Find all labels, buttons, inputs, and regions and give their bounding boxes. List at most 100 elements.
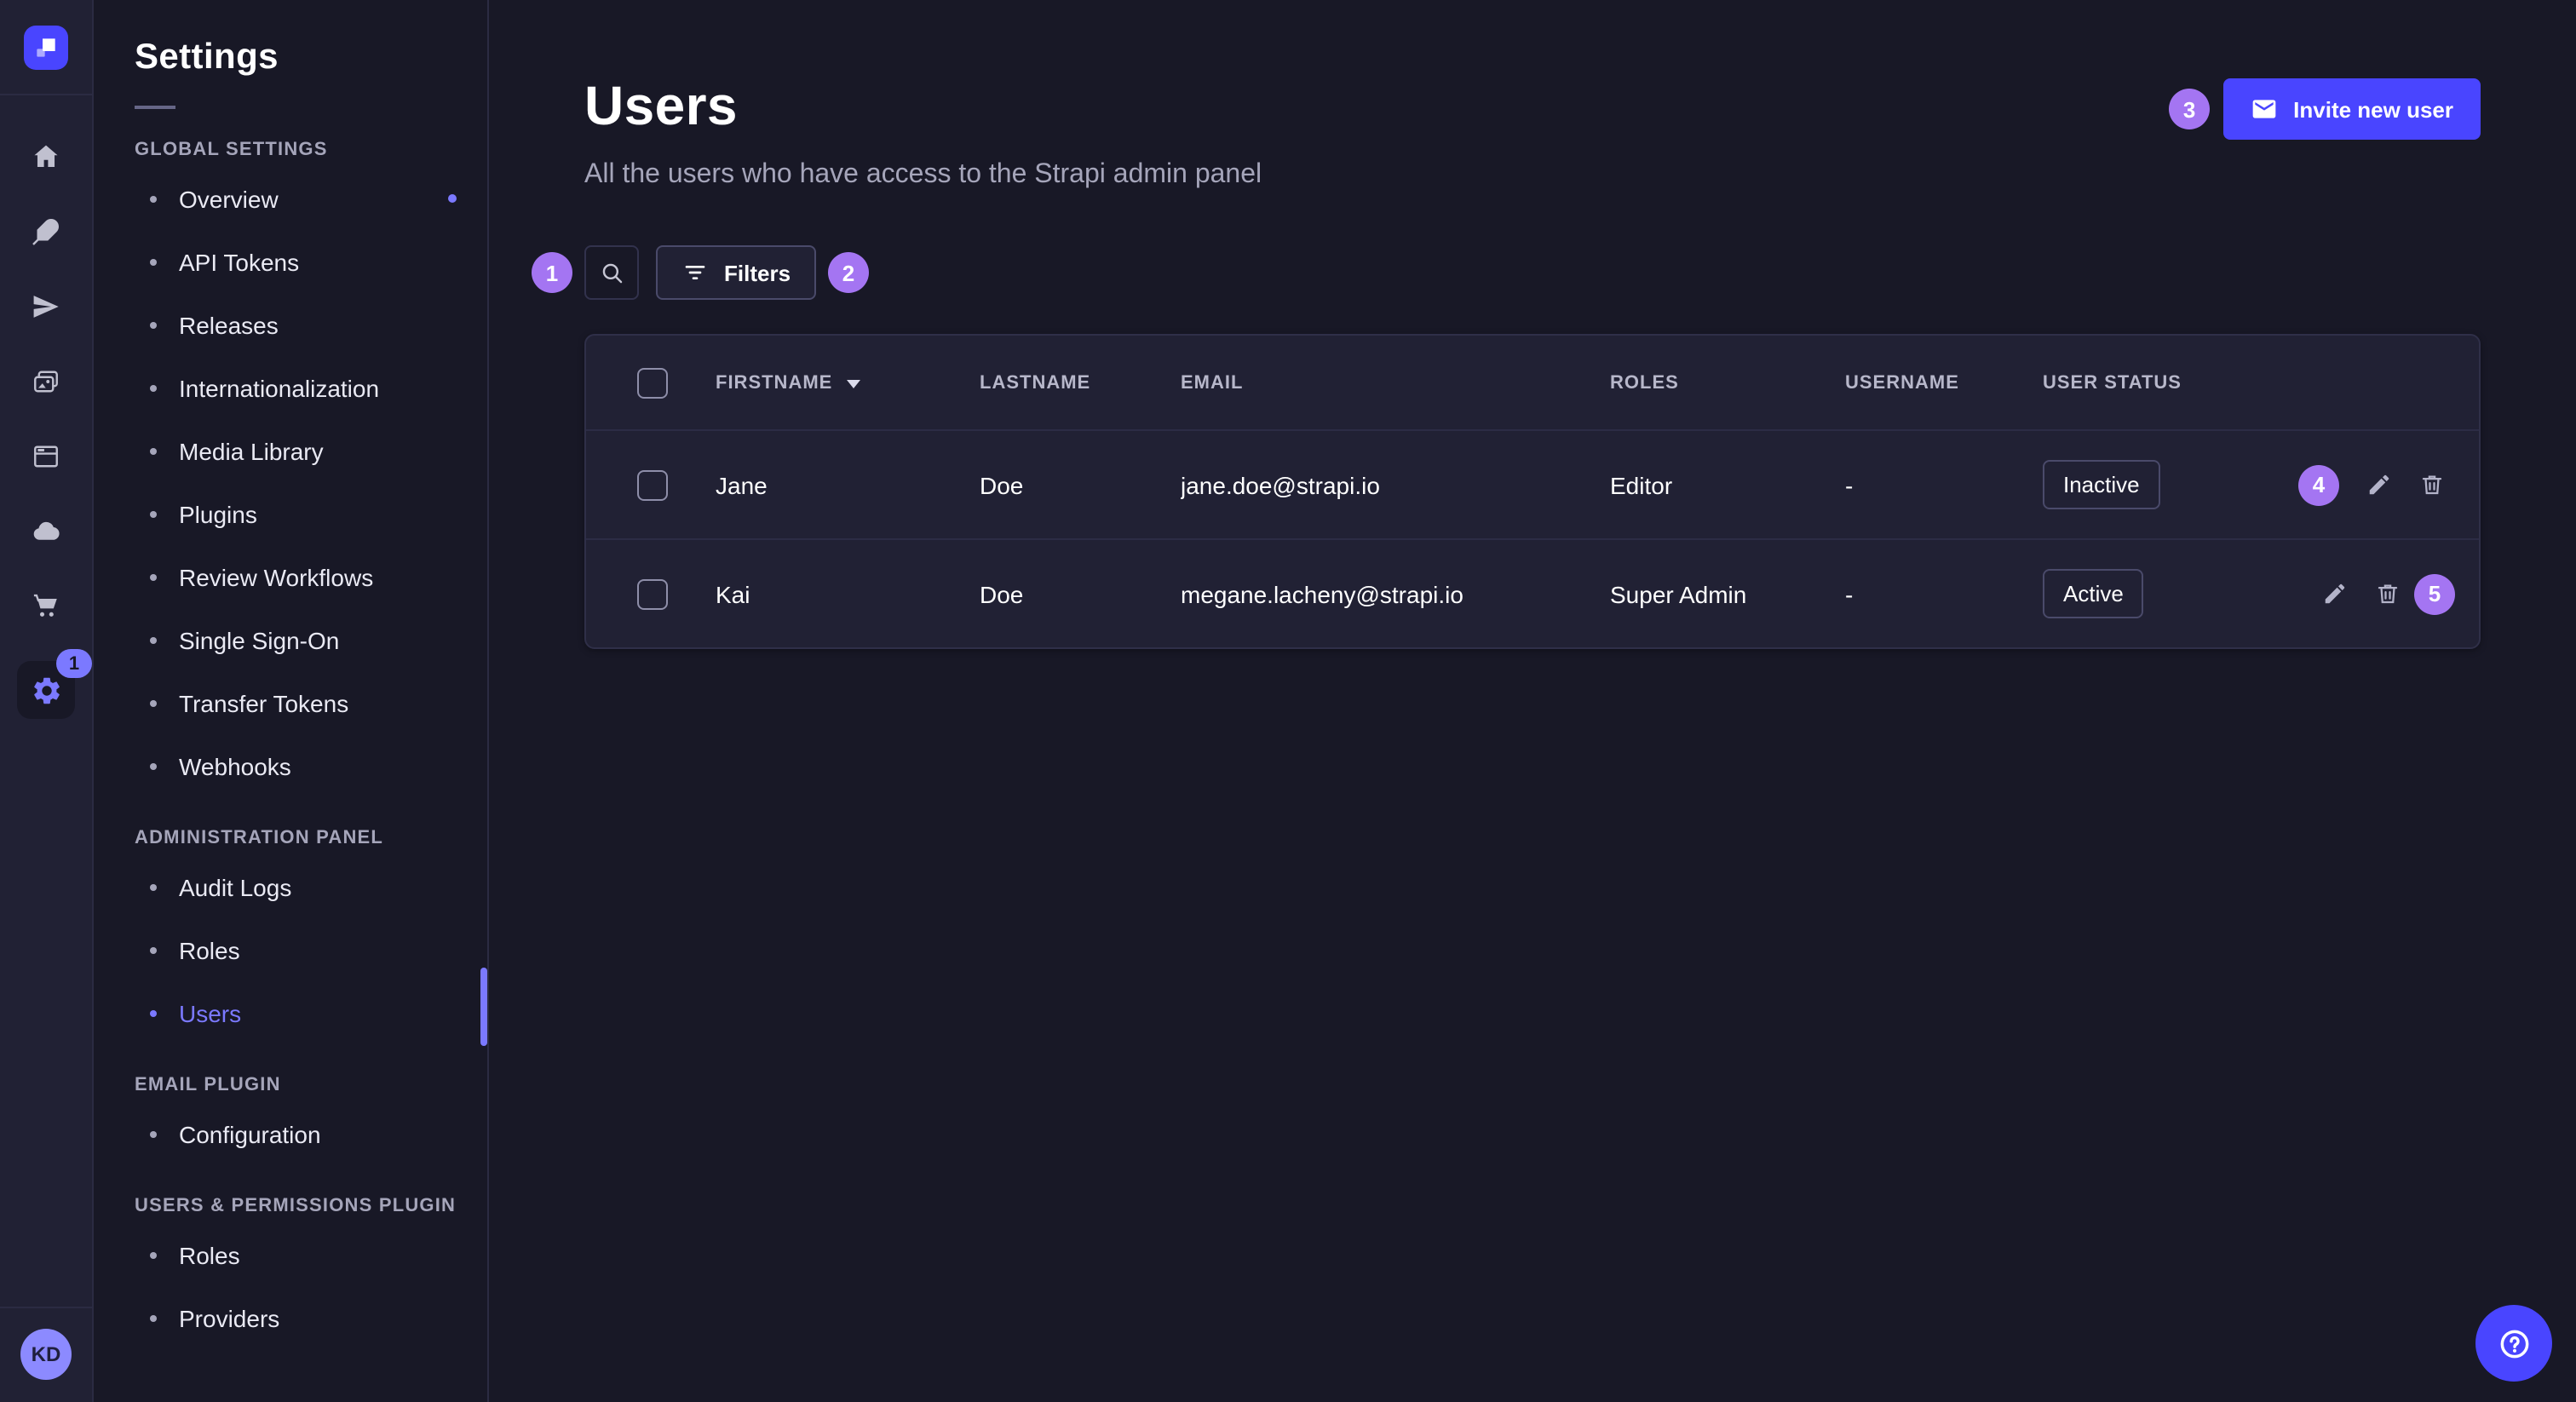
rail-bottom-divider xyxy=(0,1307,92,1308)
cell-username: - xyxy=(1845,580,2043,607)
delete-button[interactable] xyxy=(2375,581,2401,606)
section-label-email-plugin: EMAIL PLUGIN xyxy=(94,1075,487,1095)
subnav-item-audit-logs[interactable]: Audit Logs xyxy=(94,855,487,918)
subnav-item-users[interactable]: Users xyxy=(94,981,487,1044)
bullet-dot xyxy=(150,384,157,391)
annotation-badge-1: 1 xyxy=(532,252,572,293)
strapi-admin-window: 1 KD Settings GLOBAL SETTINGS Overview A… xyxy=(0,0,2576,1402)
edit-button[interactable] xyxy=(2322,581,2348,606)
subnav-item-transfer-tokens[interactable]: Transfer Tokens xyxy=(94,671,487,734)
envelope-icon xyxy=(2251,95,2278,123)
users-table: FIRSTNAME LASTNAME EMAIL ROLES USERNAME … xyxy=(584,334,2481,649)
section-label-administration-panel: ADMINISTRATION PANEL xyxy=(94,828,487,848)
subnav-item-label: Transfer Tokens xyxy=(179,689,348,716)
page-subtitle: All the users who have access to the Str… xyxy=(584,160,1262,191)
feather-icon xyxy=(31,216,61,247)
column-header-roles[interactable]: ROLES xyxy=(1610,372,1845,393)
subnav-item-label: Webhooks xyxy=(179,752,291,779)
subnav-item-review-workflows[interactable]: Review Workflows xyxy=(94,545,487,608)
media-library-nav-button[interactable] xyxy=(17,353,75,411)
subnav-item-single-sign-on[interactable]: Single Sign-On xyxy=(94,608,487,671)
subnav-item-label: Users xyxy=(179,999,241,1026)
subnav-item-releases[interactable]: Releases xyxy=(94,293,487,356)
filters-button[interactable]: Filters xyxy=(656,245,816,300)
column-header-firstname[interactable]: FIRSTNAME xyxy=(716,372,980,393)
subnav-item-label: Configuration xyxy=(179,1120,321,1147)
main-nav-rail: 1 KD xyxy=(0,0,94,1402)
content-manager-nav-button[interactable] xyxy=(17,428,75,486)
help-button[interactable] xyxy=(2475,1305,2552,1382)
settings-notification-badge: 1 xyxy=(56,649,92,678)
row-checkbox[interactable] xyxy=(637,469,668,500)
user-avatar[interactable]: KD xyxy=(20,1329,72,1380)
subnav-item-up-roles[interactable]: Roles xyxy=(94,1223,487,1286)
question-mark-icon xyxy=(2495,1324,2533,1362)
table-row[interactable]: Jane Doe jane.doe@strapi.io Editor - Ina… xyxy=(586,429,2479,538)
status-badge: Active xyxy=(2043,569,2144,618)
subnav-item-label: Review Workflows xyxy=(179,563,373,590)
search-button[interactable] xyxy=(584,245,639,300)
table-row[interactable]: Kai Doe megane.lacheny@strapi.io Super A… xyxy=(586,538,2479,647)
column-header-lastname[interactable]: LASTNAME xyxy=(980,372,1181,393)
gear-icon xyxy=(30,674,62,706)
subnav-item-email-configuration[interactable]: Configuration xyxy=(94,1102,487,1165)
images-icon xyxy=(31,366,61,397)
subnav-item-plugins[interactable]: Plugins xyxy=(94,482,487,545)
pencil-icon xyxy=(2322,581,2348,606)
strapi-logo[interactable] xyxy=(24,26,68,70)
subnav-item-admin-roles[interactable]: Roles xyxy=(94,918,487,981)
bullet-dot xyxy=(150,883,157,890)
subnav-item-label: Overview xyxy=(179,185,279,212)
page-title: Users xyxy=(584,75,1262,138)
cell-roles: Editor xyxy=(1610,471,1845,498)
subnav-item-overview[interactable]: Overview xyxy=(94,167,487,230)
settings-nav-button[interactable]: 1 xyxy=(17,661,75,719)
select-all-checkbox[interactable] xyxy=(637,367,668,398)
subnav-item-api-tokens[interactable]: API Tokens xyxy=(94,230,487,293)
column-header-user-status[interactable]: USER STATUS xyxy=(2043,372,2298,393)
cell-lastname: Doe xyxy=(980,471,1181,498)
home-nav-button[interactable] xyxy=(17,128,75,186)
bullet-dot xyxy=(150,447,157,454)
deploy-nav-button[interactable] xyxy=(17,278,75,336)
subnav-item-label: Audit Logs xyxy=(179,873,291,900)
column-header-label: FIRSTNAME xyxy=(716,372,832,393)
cell-lastname: Doe xyxy=(980,580,1181,607)
bullet-dot xyxy=(150,510,157,517)
subnav-scrollbar-thumb[interactable] xyxy=(480,968,487,1046)
delete-button[interactable] xyxy=(2419,472,2445,497)
subnav-item-label: API Tokens xyxy=(179,248,299,275)
content-type-builder-nav-button[interactable] xyxy=(17,203,75,261)
subnav-item-webhooks[interactable]: Webhooks xyxy=(94,734,487,797)
shopping-cart-icon xyxy=(31,591,61,622)
settings-subnav: Settings GLOBAL SETTINGS Overview API To… xyxy=(94,0,489,1402)
invite-new-user-button[interactable]: Invite new user xyxy=(2223,78,2481,140)
bullet-dot xyxy=(150,1251,157,1258)
edit-button[interactable] xyxy=(2366,472,2392,497)
bullet-dot xyxy=(150,636,157,643)
subnav-item-up-providers[interactable]: Providers xyxy=(94,1286,487,1349)
column-header-email[interactable]: EMAIL xyxy=(1181,372,1610,393)
subnav-item-label: Internationalization xyxy=(179,374,379,401)
column-header-username[interactable]: USERNAME xyxy=(1845,372,2043,393)
strapi-logo-glyph xyxy=(32,34,60,61)
bullet-dot xyxy=(150,946,157,953)
row-checkbox[interactable] xyxy=(637,578,668,609)
users-page: Users All the users who have access to t… xyxy=(489,0,2576,1402)
bullet-dot xyxy=(150,321,157,328)
cell-firstname: Jane xyxy=(716,471,980,498)
subnav-item-label: Releases xyxy=(179,311,279,338)
cell-firstname: Kai xyxy=(716,580,980,607)
sort-caret-down-icon[interactable] xyxy=(844,374,861,391)
subnav-title: Settings xyxy=(94,37,487,78)
subnav-item-media-library[interactable]: Media Library xyxy=(94,419,487,482)
subnav-item-internationalization[interactable]: Internationalization xyxy=(94,356,487,419)
marketplace-nav-button[interactable] xyxy=(17,577,75,635)
trash-icon xyxy=(2375,581,2401,606)
subnav-title-divider xyxy=(135,106,175,109)
subnav-item-label: Roles xyxy=(179,1241,240,1268)
section-label-global-settings: GLOBAL SETTINGS xyxy=(94,140,487,160)
cloud-nav-button[interactable] xyxy=(17,503,75,560)
overview-notification-dot xyxy=(448,194,457,203)
search-icon xyxy=(597,258,626,287)
